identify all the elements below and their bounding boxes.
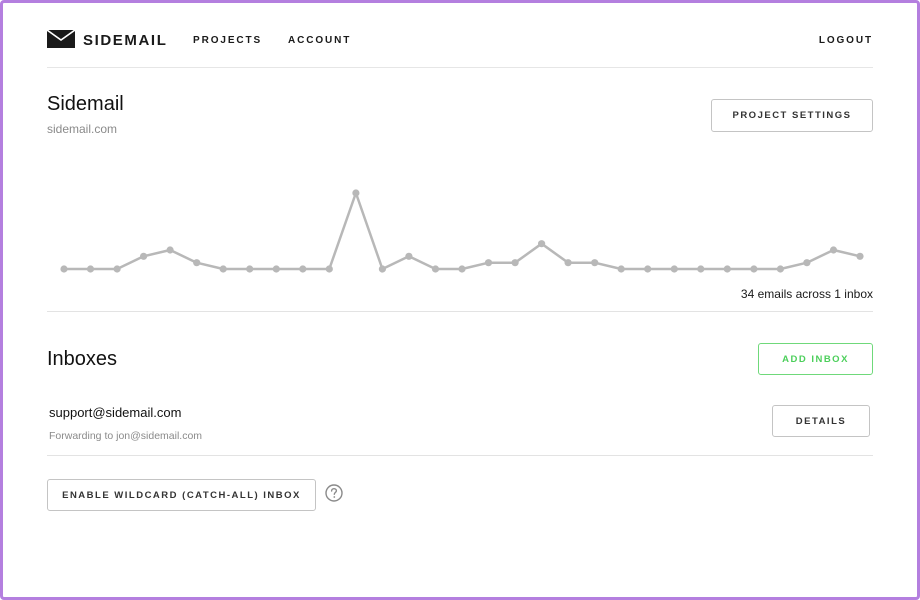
section-divider: [47, 311, 873, 312]
inbox-address: support@sidemail.com: [49, 405, 181, 420]
inbox-forwarding: Forwarding to jon@sidemail.com: [49, 430, 202, 442]
chart-point: [193, 259, 200, 266]
chart-point: [379, 265, 386, 272]
chart-point: [697, 265, 704, 272]
chart-point: [671, 265, 678, 272]
chart-point: [777, 265, 784, 272]
project-title: Sidemail: [47, 93, 124, 116]
chart-point: [485, 259, 492, 266]
chart-point: [538, 240, 545, 247]
chart-summary: 34 emails across 1 inbox: [741, 287, 873, 301]
chart-series-line: [64, 193, 860, 269]
app-frame: SIDEMAIL PROJECTS ACCOUNT LOGOUT Sidemai…: [0, 0, 920, 600]
chart-point: [246, 265, 253, 272]
chart-point: [114, 265, 121, 272]
project-domain: sidemail.com: [47, 122, 117, 136]
chart-point: [60, 265, 67, 272]
question-circle-icon[interactable]: [325, 484, 343, 502]
top-nav: SIDEMAIL PROJECTS ACCOUNT LOGOUT: [47, 3, 873, 68]
chart-point: [750, 265, 757, 272]
app-logo-text[interactable]: SIDEMAIL: [83, 32, 167, 49]
chart-point: [644, 265, 651, 272]
chart-point: [618, 265, 625, 272]
email-activity-chart: [47, 153, 877, 293]
chart-point: [273, 265, 280, 272]
chart-point: [352, 189, 359, 196]
chart-point: [220, 265, 227, 272]
nav-projects-link[interactable]: PROJECTS: [193, 35, 262, 46]
inbox-row: support@sidemail.com Forwarding to jon@s…: [47, 397, 873, 456]
project-settings-button[interactable]: PROJECT SETTINGS: [711, 99, 873, 132]
inboxes-title: Inboxes: [47, 348, 117, 371]
chart-point: [299, 265, 306, 272]
inbox-details-button[interactable]: DETAILS: [772, 405, 870, 437]
chart-point: [512, 259, 519, 266]
chart-point: [87, 265, 94, 272]
logout-link[interactable]: LOGOUT: [819, 35, 873, 46]
nav-account-link[interactable]: ACCOUNT: [288, 35, 351, 46]
chart-point: [167, 246, 174, 253]
chart-point: [830, 246, 837, 253]
chart-point: [405, 253, 412, 260]
add-inbox-button[interactable]: ADD INBOX: [758, 343, 873, 375]
chart-point: [565, 259, 572, 266]
envelope-icon: [47, 30, 75, 48]
chart-point: [856, 253, 863, 260]
enable-wildcard-button[interactable]: ENABLE WILDCARD (CATCH-ALL) INBOX: [47, 479, 316, 511]
chart-point: [140, 253, 147, 260]
chart-point: [432, 265, 439, 272]
chart-point: [591, 259, 598, 266]
chart-point: [724, 265, 731, 272]
chart-point: [803, 259, 810, 266]
chart-point: [326, 265, 333, 272]
chart-point: [458, 265, 465, 272]
